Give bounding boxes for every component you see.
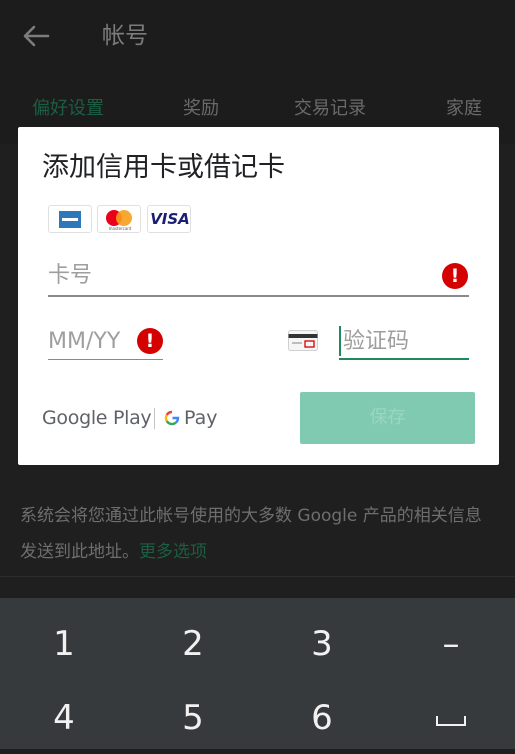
key-2[interactable]: 2 bbox=[129, 608, 257, 680]
space-icon bbox=[436, 716, 466, 726]
expiry-error-icon: ! bbox=[137, 328, 163, 354]
divider bbox=[0, 576, 515, 577]
key-space[interactable] bbox=[387, 682, 515, 754]
tab-rewards[interactable]: 奖励 bbox=[183, 96, 219, 122]
tab-preferences[interactable]: 偏好设置 bbox=[32, 96, 104, 122]
branding-divider bbox=[154, 408, 155, 429]
card-number-error-icon: ! bbox=[442, 263, 468, 289]
tab-transactions[interactable]: 交易记录 bbox=[294, 96, 366, 122]
google-g-icon bbox=[164, 410, 180, 426]
cvc-input[interactable]: 验证码 bbox=[339, 321, 469, 363]
dialog-title: 添加信用卡或借记卡 bbox=[42, 152, 285, 183]
app-bar: 帐号 bbox=[0, 0, 515, 72]
expiry-date-input[interactable]: MM/YY ! bbox=[48, 321, 163, 363]
key-6[interactable]: 6 bbox=[258, 682, 386, 754]
card-back-icon bbox=[288, 330, 318, 351]
account-info-body: 系统会将您通过此帐号使用的大多数 Google 产品的相关信息发送到此地址。 bbox=[20, 506, 482, 562]
key-dash[interactable]: – bbox=[387, 608, 515, 680]
save-button[interactable]: 保存 bbox=[300, 392, 475, 444]
arrow-left-icon[interactable] bbox=[20, 22, 52, 50]
numeric-keyboard: 1 2 3 – 4 5 6 bbox=[0, 598, 515, 749]
key-3[interactable]: 3 bbox=[258, 608, 386, 680]
more-options-link[interactable]: 更多选项 bbox=[139, 542, 207, 562]
text-cursor bbox=[339, 326, 341, 356]
key-4[interactable]: 4 bbox=[0, 682, 128, 754]
card-number-placeholder: 卡号 bbox=[48, 263, 93, 288]
expiry-underline bbox=[48, 359, 163, 360]
visa-wordmark: VISA bbox=[150, 210, 190, 228]
expiry-placeholder: MM/YY bbox=[48, 329, 121, 354]
card-number-underline bbox=[48, 295, 469, 297]
key-5[interactable]: 5 bbox=[129, 682, 257, 754]
add-card-dialog: 添加信用卡或借记卡 mastercard VISA 卡号 ! MM/YY ! 验… bbox=[18, 127, 499, 465]
visa-logo: VISA bbox=[147, 205, 191, 233]
cvc-placeholder: 验证码 bbox=[343, 329, 410, 354]
pay-label: Pay bbox=[184, 407, 218, 429]
card-number-input[interactable]: 卡号 ! bbox=[48, 255, 469, 297]
google-play-logo: Google Play bbox=[42, 407, 152, 429]
tab-family[interactable]: 家庭 bbox=[446, 96, 482, 122]
cvc-underline bbox=[339, 358, 469, 360]
mastercard-caption: mastercard bbox=[108, 226, 132, 231]
mastercard-logo: mastercard bbox=[97, 205, 141, 233]
page-title: 帐号 bbox=[102, 23, 148, 49]
amex-logo bbox=[48, 205, 92, 233]
account-info-text: 系统会将您通过此帐号使用的大多数 Google 产品的相关信息发送到此地址。更多… bbox=[20, 498, 498, 570]
key-1[interactable]: 1 bbox=[0, 608, 128, 680]
